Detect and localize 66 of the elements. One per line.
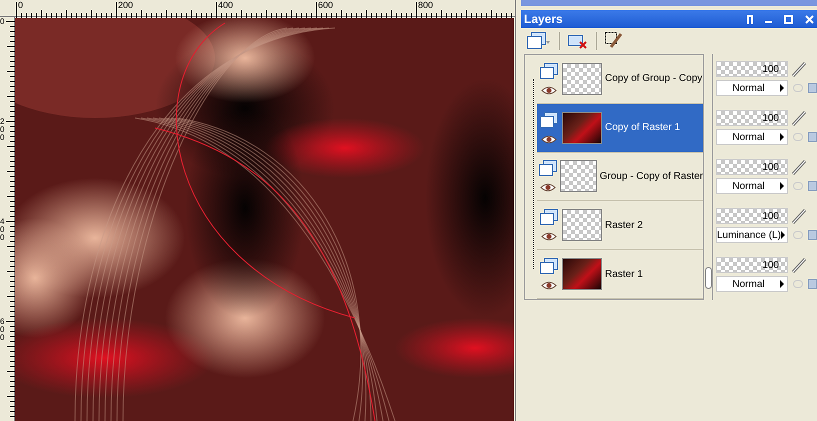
blend-mode-dropdown[interactable]: Normal (716, 276, 788, 292)
layer-thumbnail (562, 209, 602, 242)
new-layer-icon[interactable] (527, 32, 551, 50)
brush-icon[interactable] (790, 110, 808, 126)
panel-title: Layers (524, 11, 564, 28)
restore-icon[interactable] (784, 14, 793, 24)
opacity-slider[interactable]: 100 (716, 61, 788, 77)
blend-mode-dropdown[interactable]: Normal (716, 80, 788, 96)
mask-brush-icon[interactable] (605, 32, 623, 50)
layer-name: Group - Copy of Raster (600, 170, 703, 184)
layer-thumbnail (562, 258, 602, 290)
eye-icon[interactable] (541, 281, 557, 290)
blend-mode-dropdown[interactable]: Normal (716, 178, 788, 194)
opacity-slider[interactable]: 100 (716, 208, 788, 224)
ruler-label: 200 (0, 118, 6, 142)
ruler-label: 400 (218, 1, 234, 10)
layer-name: Raster 2 (605, 218, 643, 233)
layer-row[interactable]: Copy of Group - Copy (537, 55, 703, 104)
raster-layer-icon[interactable] (539, 160, 558, 176)
layer-thumbnail (560, 160, 597, 192)
opacity-slider[interactable]: 100 (716, 257, 788, 273)
layer-name: Copy of Group - Copy (605, 72, 702, 86)
layer-name: Copy of Raster 1 (605, 121, 680, 136)
opacity-value: 100 (762, 161, 779, 175)
brush-icon[interactable] (790, 257, 808, 273)
blend-mode-dropdown[interactable]: Luminance (L) (716, 227, 788, 243)
opacity-slider[interactable]: 100 (716, 159, 788, 175)
dropdown-arrow-icon[interactable] (780, 280, 784, 288)
eye-icon[interactable] (540, 183, 556, 192)
eye-icon[interactable] (541, 232, 557, 242)
ruler-label: 0 (0, 18, 6, 26)
opacity-value: 100 (762, 259, 779, 273)
layer-row[interactable]: Copy of Raster 1 (537, 104, 703, 153)
delete-layer-icon[interactable] (568, 32, 588, 50)
layer-thumbnail (562, 112, 602, 144)
brush-icon[interactable] (790, 159, 808, 175)
opacity-value: 100 (762, 112, 779, 126)
close-icon[interactable] (805, 14, 814, 24)
blend-mode-dropdown[interactable]: Normal (716, 129, 788, 145)
brush-icon[interactable] (790, 61, 808, 77)
dropdown-arrow-icon[interactable] (780, 133, 784, 141)
brush-icon[interactable] (790, 208, 808, 224)
raster-layer-icon[interactable] (540, 62, 558, 79)
eye-icon[interactable] (541, 86, 557, 95)
ruler-label: 0 (18, 1, 24, 10)
layer-thumbnail (562, 62, 602, 95)
opacity-value: 100 (762, 63, 779, 77)
ruler-label: 400 (0, 218, 6, 242)
raster-layer-icon[interactable] (540, 209, 558, 226)
layer-row[interactable]: Raster 1 (537, 250, 703, 299)
opacity-slider[interactable]: 100 (716, 110, 788, 126)
eye-icon[interactable] (541, 134, 557, 144)
layer-row[interactable]: Raster 2 (537, 201, 703, 250)
layer-name: Raster 1 (605, 268, 643, 282)
ruler-label: 600 (0, 318, 6, 342)
ruler-label: 200 (118, 1, 134, 10)
splitter-handle[interactable] (704, 266, 712, 288)
raster-layer-icon[interactable] (540, 112, 558, 128)
ruler-label: 800 (418, 1, 434, 10)
ruler-label: 600 (318, 1, 334, 10)
dropdown-arrow-icon[interactable] (780, 84, 784, 92)
dropdown-arrow-icon[interactable] (780, 231, 785, 239)
opacity-value: 100 (762, 210, 779, 224)
raster-layer-icon[interactable] (540, 258, 558, 274)
dropdown-arrow-icon[interactable] (780, 182, 784, 190)
layer-row[interactable]: Group - Copy of Raster (537, 152, 703, 202)
